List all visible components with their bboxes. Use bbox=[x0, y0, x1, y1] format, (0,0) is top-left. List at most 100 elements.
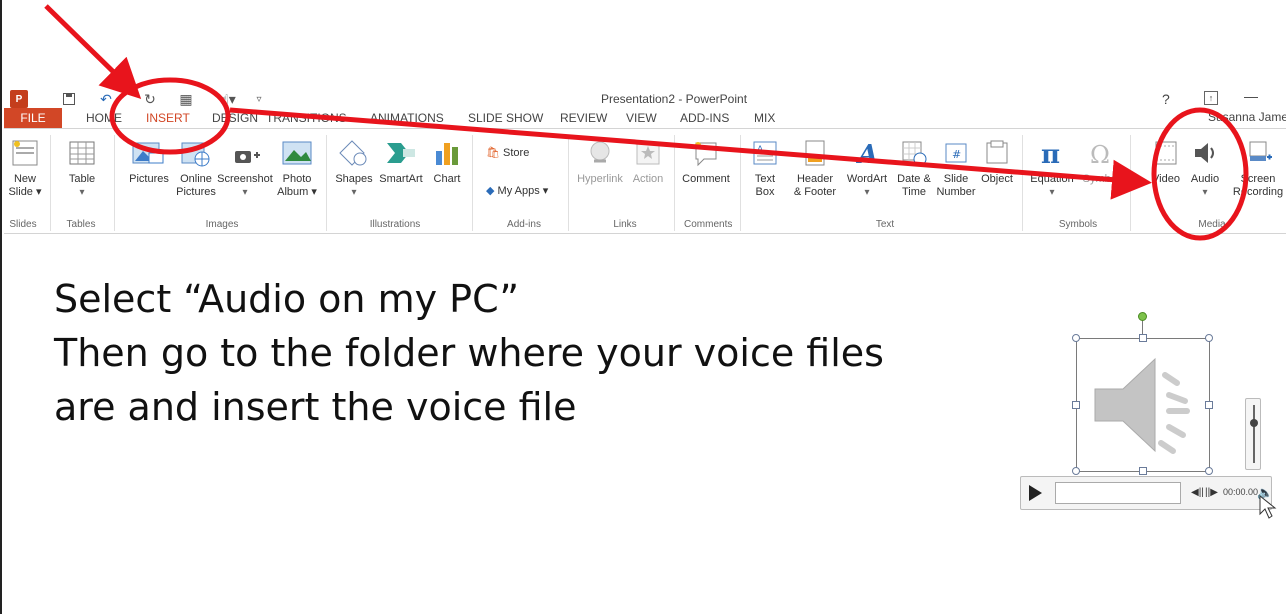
header-footer-label: Header bbox=[796, 173, 834, 185]
resize-handle[interactable] bbox=[1072, 401, 1080, 409]
svg-text:Ω: Ω bbox=[1090, 141, 1110, 167]
video-button[interactable]: Video bbox=[1146, 133, 1186, 186]
user-account[interactable]: Susanna Jame bbox=[1208, 110, 1286, 124]
photo-album-label: Photo bbox=[282, 173, 312, 185]
resize-handle[interactable] bbox=[1139, 334, 1147, 342]
video-icon bbox=[1155, 141, 1177, 165]
date-time-icon bbox=[902, 141, 927, 166]
wordart-button[interactable]: A WordArt ▾ bbox=[842, 133, 892, 199]
svg-text:A: A bbox=[855, 140, 878, 167]
group-media-label: Media bbox=[1198, 219, 1226, 230]
speaker-icon bbox=[1195, 143, 1214, 163]
separator bbox=[568, 135, 569, 231]
tab-transitions[interactable]: TRANSITIONS bbox=[266, 108, 347, 128]
volume-icon[interactable]: 🔈 bbox=[1257, 485, 1273, 501]
audio-object[interactable] bbox=[1072, 334, 1213, 475]
resize-handle[interactable] bbox=[1205, 467, 1213, 475]
new-slide-label-2: Slide ▾ bbox=[8, 186, 42, 198]
skip-forward-button[interactable]: ||▶ bbox=[1205, 487, 1218, 498]
tab-home[interactable]: HOME bbox=[86, 108, 122, 128]
comment-button[interactable]: Comment bbox=[680, 133, 732, 186]
tab-file[interactable]: FILE bbox=[4, 108, 62, 128]
ribbon-display-button[interactable]: ↑ bbox=[1204, 91, 1218, 105]
chart-label: Chart bbox=[433, 173, 461, 185]
symbol-button[interactable]: Ω Symbol bbox=[1078, 133, 1124, 186]
resize-handle[interactable] bbox=[1205, 334, 1213, 342]
online-pictures-label-2: Pictures bbox=[176, 186, 216, 198]
online-pictures-button[interactable]: Online Pictures bbox=[174, 133, 218, 199]
screenshot-label: Screenshot bbox=[217, 173, 273, 185]
table-icon bbox=[69, 141, 95, 165]
action-icon bbox=[636, 141, 660, 165]
screen-recording-button[interactable]: Screen Recording bbox=[1230, 133, 1286, 199]
equation-label: Equation bbox=[1030, 173, 1074, 185]
tab-insert[interactable]: INSERT bbox=[146, 108, 190, 128]
ribbon-tabs: FILE HOME INSERT DESIGN TRANSITIONS ANIM… bbox=[4, 106, 1286, 128]
tab-mix[interactable]: MIX bbox=[754, 108, 775, 128]
shapes-button[interactable]: Shapes ▾ bbox=[334, 133, 374, 199]
volume-slider[interactable] bbox=[1245, 398, 1261, 470]
tab-view[interactable]: VIEW bbox=[626, 108, 657, 128]
resize-handle[interactable] bbox=[1139, 467, 1147, 475]
action-button[interactable]: Action bbox=[628, 133, 668, 186]
pictures-icon bbox=[132, 142, 164, 164]
slide-number-icon: # bbox=[945, 143, 967, 163]
instruction-line-3: are and insert the voice file bbox=[54, 385, 577, 429]
resize-handle[interactable] bbox=[1072, 334, 1080, 342]
new-slide-button[interactable]: New Slide ▾ bbox=[8, 133, 42, 199]
screen-recording-label: Screen bbox=[1240, 173, 1276, 185]
chart-button[interactable]: Chart bbox=[430, 133, 464, 186]
group-comments-label: Comments bbox=[684, 219, 733, 230]
audio-label: Audio bbox=[1190, 173, 1220, 185]
table-button[interactable]: Table ▾ bbox=[62, 133, 102, 199]
slide: P ↶ ↻ ▦ ☝▾ ▿ Presentation2 - PowerPoint … bbox=[0, 0, 1286, 614]
pictures-button[interactable]: Pictures bbox=[124, 133, 174, 186]
seek-bar[interactable] bbox=[1055, 482, 1181, 504]
slide-number-button[interactable]: # Slide Number bbox=[936, 133, 976, 199]
audio-button[interactable]: Audio ▾ bbox=[1188, 133, 1222, 199]
photo-album-button[interactable]: Photo Album ▾ bbox=[276, 133, 318, 199]
help-button[interactable]: ? bbox=[1162, 91, 1170, 107]
tab-review[interactable]: REVIEW bbox=[560, 108, 607, 128]
header-footer-button[interactable]: Header & Footer bbox=[788, 133, 842, 199]
resize-handle[interactable] bbox=[1205, 401, 1213, 409]
tab-design[interactable]: DESIGN bbox=[212, 108, 258, 128]
separator bbox=[674, 135, 675, 231]
text-box-button[interactable]: A Text Box bbox=[748, 133, 782, 199]
volume-track bbox=[1253, 405, 1255, 463]
rotation-handle[interactable] bbox=[1138, 312, 1147, 321]
separator bbox=[1022, 135, 1023, 231]
date-time-label-2: Time bbox=[901, 186, 927, 198]
equation-button[interactable]: π Equation ▾ bbox=[1028, 133, 1076, 199]
my-apps-button[interactable]: ◆ My Apps ▾ bbox=[486, 185, 568, 198]
tab-add-ins[interactable]: ADD-INS bbox=[680, 108, 729, 128]
group-text-label: Text bbox=[875, 219, 895, 230]
tab-slide-show[interactable]: SLIDE SHOW bbox=[468, 108, 543, 128]
online-pictures-label: Online bbox=[180, 173, 212, 185]
audio-dropdown: ▾ bbox=[1202, 187, 1208, 198]
screenshot-button[interactable]: Screenshot ▾ bbox=[216, 133, 274, 199]
store-button[interactable]: 🛍 Store bbox=[486, 147, 542, 160]
photo-album-label-2: Album ▾ bbox=[277, 186, 317, 198]
object-button[interactable]: Object bbox=[978, 133, 1016, 186]
minimize-button[interactable]: — bbox=[1244, 88, 1258, 104]
smartart-button[interactable]: SmartArt bbox=[376, 133, 426, 186]
speaker-icon bbox=[1094, 357, 1190, 454]
object-label: Object bbox=[981, 173, 1013, 185]
time-readout: 00:00.00 bbox=[1223, 487, 1259, 497]
skip-back-button[interactable]: ◀|| bbox=[1191, 487, 1204, 498]
separator bbox=[326, 135, 327, 231]
date-time-button[interactable]: Date & Time bbox=[892, 133, 936, 199]
shapes-dropdown: ▾ bbox=[351, 187, 357, 198]
hyperlink-button[interactable]: Hyperlink bbox=[574, 133, 626, 186]
tab-animations[interactable]: ANIMATIONS bbox=[370, 108, 444, 128]
group-addins-label: Add-ins bbox=[507, 219, 541, 230]
play-icon[interactable] bbox=[1029, 485, 1042, 501]
separator bbox=[472, 135, 473, 231]
comment-label: Comment bbox=[682, 173, 730, 185]
my-apps-label: My Apps ▾ bbox=[497, 185, 549, 197]
object-icon bbox=[986, 140, 1008, 164]
volume-knob[interactable] bbox=[1250, 419, 1258, 427]
equation-icon: π bbox=[1041, 140, 1060, 167]
resize-handle[interactable] bbox=[1072, 467, 1080, 475]
